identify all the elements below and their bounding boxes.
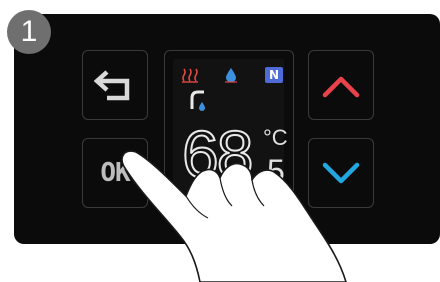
pressing-hand-illustration (121, 150, 347, 282)
